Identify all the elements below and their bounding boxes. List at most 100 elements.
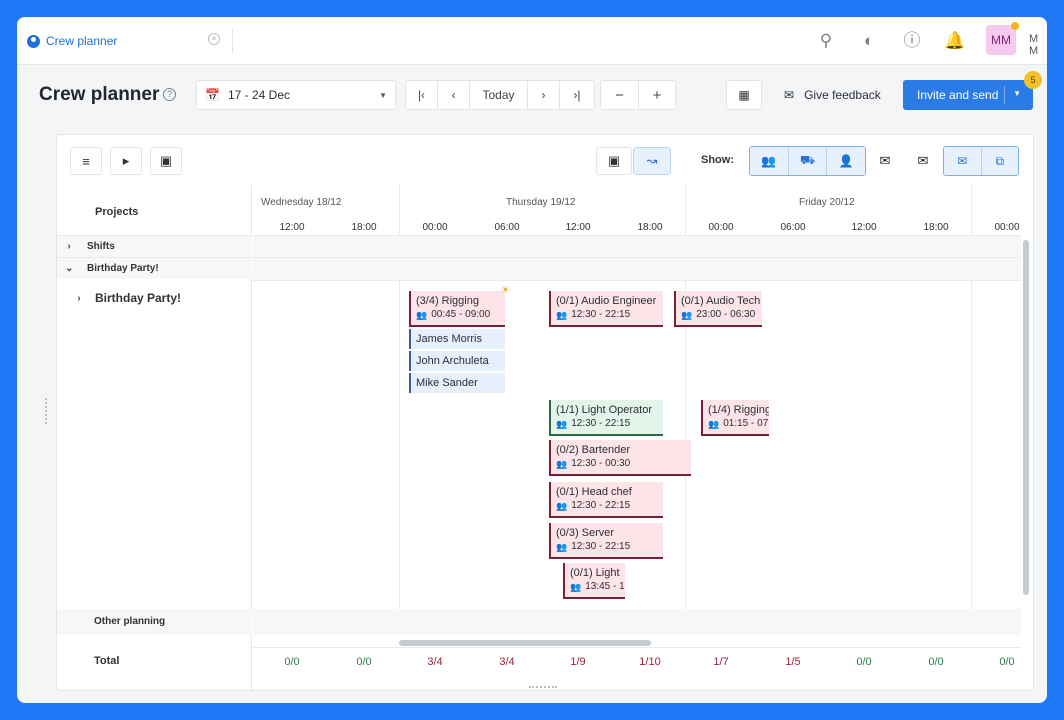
chart-view-icon[interactable]: ↝: [633, 147, 671, 175]
total-cell: 0/0: [928, 656, 944, 668]
zoom-out-icon[interactable]: −: [601, 81, 639, 109]
other-planning-row[interactable]: Other planning: [57, 609, 252, 635]
avatar-status-dot: [1011, 22, 1019, 30]
hour-label: 18:00: [923, 222, 949, 233]
vertical-scrollbar[interactable]: [1023, 240, 1029, 595]
invite-and-send-button[interactable]: Invite and send ▼: [903, 80, 1033, 110]
truck-icon[interactable]: ⛟: [788, 147, 828, 175]
shift-card[interactable]: (1/1) Light Operator 👥 12:30 - 22:15: [549, 400, 663, 436]
last-page-icon[interactable]: ›|: [560, 81, 594, 109]
shift-card[interactable]: (0/1) Light 👥 13:45 - 1: [563, 563, 625, 599]
today-button[interactable]: Today: [470, 81, 528, 109]
chevron-down-icon[interactable]: ⌄: [65, 263, 73, 274]
open-mail-icon[interactable]: ✉: [944, 147, 982, 175]
shift-time: 12:30 - 22:15: [571, 418, 631, 429]
mail-clock-icon[interactable]: ✉: [905, 146, 941, 176]
sun-icon: ☀: [501, 285, 510, 296]
resize-handle[interactable]: [45, 398, 49, 424]
people-icon[interactable]: 👥: [750, 147, 789, 175]
caret-down-icon[interactable]: ▼: [1013, 89, 1021, 98]
shift-title: (0/1) Audio Engineer: [556, 295, 657, 307]
prev-icon[interactable]: ‹: [438, 81, 470, 109]
hour-label: 00:00: [422, 222, 448, 233]
help-icon[interactable]: ⓘ: [901, 30, 923, 52]
hour-label: 06:00: [780, 222, 806, 233]
next-icon[interactable]: ›: [528, 81, 560, 109]
grid-line: [685, 185, 686, 235]
grid-line: [399, 185, 400, 235]
people-icon: 👥: [681, 310, 693, 320]
copy-icon[interactable]: ⧉: [981, 147, 1018, 175]
contrast-icon[interactable]: ◐: [858, 30, 880, 52]
help-circle-icon[interactable]: ?: [163, 88, 176, 101]
tag-icon[interactable]: ▸: [110, 147, 142, 175]
shift-time: 12:30 - 00:30: [571, 458, 631, 469]
people-icon: 👥: [556, 542, 568, 552]
first-page-icon[interactable]: |‹: [406, 81, 438, 109]
date-range-select[interactable]: 📅 17 - 24 Dec ▼: [196, 80, 396, 110]
projects-header: Projects: [95, 206, 139, 218]
person-card[interactable]: Mike Sander: [409, 373, 505, 393]
show-toggle-group-2: ✉ ⧉: [943, 146, 1019, 176]
total-cell: 3/4: [427, 656, 443, 668]
search-icon[interactable]: ⚲: [815, 30, 837, 52]
give-feedback-button[interactable]: Give feedback: [804, 88, 881, 102]
user-name[interactable]: M M: [1029, 33, 1047, 57]
shift-title: (3/4) Rigging: [416, 295, 479, 307]
bell-icon[interactable]: 🔔: [944, 30, 966, 52]
day-header: Thursday 19/12: [506, 197, 576, 208]
mail-icon[interactable]: ✉: [784, 88, 794, 102]
avatar[interactable]: MM: [986, 25, 1016, 55]
zoom-in-icon[interactable]: +: [639, 81, 675, 109]
shift-card[interactable]: (0/1) Audio Tech 👥 23:00 - 06:30: [674, 291, 762, 327]
total-cell: 0/0: [856, 656, 872, 668]
people-icon: 👥: [708, 419, 720, 429]
row-shifts[interactable]: › Shifts: [57, 235, 252, 257]
horizontal-scrollbar[interactable]: [399, 640, 651, 646]
folder-check-icon[interactable]: ▣: [150, 147, 182, 175]
shift-title: (0/1) Head chef: [556, 486, 632, 498]
row-label: Shifts: [87, 241, 115, 252]
people-icon: 👥: [556, 459, 568, 469]
shade-band: [253, 609, 1021, 635]
total-cell: 3/4: [499, 656, 515, 668]
shift-title: (0/1) Audio Tech: [681, 295, 761, 307]
projects-column: Projects › Shifts ⌄ Birthday Party! › Bi…: [57, 185, 252, 690]
row-birthday-party[interactable]: ⌄ Birthday Party!: [57, 257, 252, 279]
person-card[interactable]: James Morris: [409, 329, 505, 349]
hour-label: 06:00: [494, 222, 520, 233]
zoom-controls: − +: [600, 80, 676, 110]
total-cell: 1/9: [570, 656, 586, 668]
person-card[interactable]: John Archuleta: [409, 351, 505, 371]
map-icon[interactable]: ▦: [726, 80, 762, 110]
shift-card[interactable]: (3/4) Rigging 👥 00:45 - 09:00: [409, 291, 505, 327]
shift-card[interactable]: (0/3) Server 👥 12:30 - 22:15: [549, 523, 663, 559]
people-icon: 👥: [416, 310, 428, 320]
grid-line: [399, 280, 400, 609]
row-label: Birthday Party!: [87, 263, 159, 274]
feedback-area: ▦ ✉ Give feedback: [726, 80, 881, 110]
add-person-icon[interactable]: 👤: [827, 147, 865, 175]
tab-label: Crew planner: [46, 34, 118, 48]
browser-tab[interactable]: Crew planner: [27, 29, 117, 53]
resize-handle[interactable]: [529, 686, 557, 690]
shift-card[interactable]: (0/1) Audio Engineer 👥 12:30 - 22:15: [549, 291, 663, 327]
day-header: Friday 20/12: [799, 197, 855, 208]
shift-card[interactable]: (0/1) Head chef 👥 12:30 - 22:15: [549, 482, 663, 518]
project-name[interactable]: › Birthday Party!: [75, 291, 181, 305]
image-view-icon[interactable]: ▣: [596, 147, 632, 175]
chevron-right-icon[interactable]: ›: [65, 241, 73, 252]
shift-card[interactable]: (0/2) Bartender 👥 12:30 - 00:30: [549, 440, 691, 476]
grid-line: [253, 257, 1021, 258]
shift-time: 12:30 - 22:15: [571, 309, 631, 320]
shift-card[interactable]: (1/4) Rigging 👥 01:15 - 07: [701, 400, 769, 436]
tab-close-icon[interactable]: ×: [208, 33, 220, 45]
grid-line: [971, 185, 972, 235]
chevron-right-icon[interactable]: ›: [75, 293, 83, 304]
total-cell: 1/10: [639, 656, 661, 668]
shift-time: 12:30 - 22:15: [571, 500, 631, 511]
grid-line: [253, 647, 1021, 648]
total-cell: 0/0: [284, 656, 300, 668]
filter-icon[interactable]: ≡: [70, 147, 102, 175]
mail-check-icon[interactable]: ✉: [867, 146, 903, 176]
